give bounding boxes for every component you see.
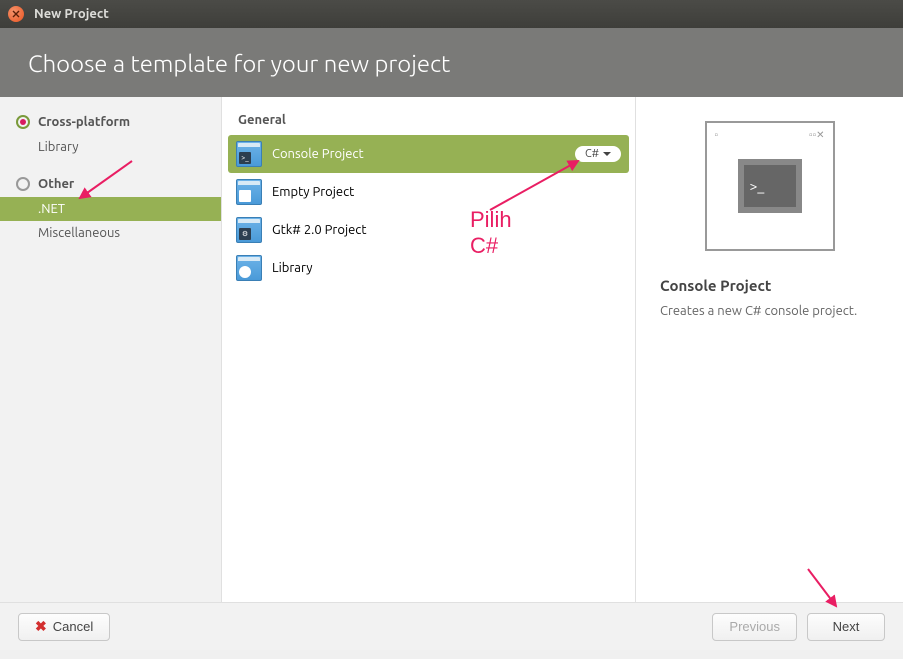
- detail-panel: ▫▫▫✕ >_ Console Project Creates a new C#…: [636, 97, 903, 602]
- template-item-console-project[interactable]: >_ Console Project C#: [228, 135, 629, 173]
- sidebar-item-miscellaneous[interactable]: Miscellaneous: [0, 221, 221, 245]
- close-icon: [12, 10, 20, 18]
- radio-icon: [16, 115, 30, 129]
- template-item-label: Empty Project: [272, 185, 354, 199]
- header-title: Choose a template for your new project: [28, 50, 875, 77]
- project-icon: ⚙: [236, 217, 262, 243]
- sidebar-item-label: Miscellaneous: [38, 226, 120, 240]
- project-icon: [236, 255, 262, 281]
- template-item-label: Console Project: [272, 147, 364, 161]
- dialog-footer: ✖ Cancel Previous Next: [0, 602, 903, 650]
- button-label: Previous: [729, 619, 780, 634]
- project-icon: >_: [236, 141, 262, 167]
- sidebar-item-label: .NET: [38, 202, 65, 216]
- chevron-down-icon: [603, 152, 611, 156]
- category-sidebar: Cross-platform Library Other .NET Miscel…: [0, 97, 222, 602]
- template-item-gtk-project[interactable]: ⚙ Gtk# 2.0 Project: [228, 211, 629, 249]
- template-item-library[interactable]: Library: [228, 249, 629, 287]
- detail-title: Console Project: [660, 277, 879, 294]
- x-icon: ✖: [35, 618, 47, 635]
- window-title: New Project: [34, 7, 109, 21]
- template-item-label: Gtk# 2.0 Project: [272, 223, 366, 237]
- template-list: General >_ Console Project C# Empty Proj…: [222, 97, 636, 602]
- template-group-label: General: [228, 109, 629, 135]
- template-item-label: Library: [272, 261, 312, 275]
- window-close-button[interactable]: [8, 6, 24, 22]
- language-label: C#: [585, 148, 599, 160]
- category-header-other[interactable]: Other: [0, 171, 221, 197]
- category-label: Cross-platform: [38, 115, 130, 129]
- terminal-icon: >_: [738, 159, 802, 213]
- dialog-header: Choose a template for your new project: [0, 28, 903, 97]
- sidebar-item-dotnet[interactable]: .NET: [0, 197, 221, 221]
- next-button[interactable]: Next: [807, 613, 885, 641]
- project-icon: [236, 179, 262, 205]
- detail-window-icon: ▫▫▫✕ >_: [705, 121, 835, 251]
- radio-icon: [16, 177, 30, 191]
- button-label: Cancel: [53, 619, 93, 634]
- window-chrome-icon: ▫▫▫✕: [713, 129, 827, 141]
- sidebar-item-library[interactable]: Library: [0, 135, 221, 159]
- template-item-empty-project[interactable]: Empty Project: [228, 173, 629, 211]
- detail-description: Creates a new C# console project.: [660, 304, 879, 318]
- category-label: Other: [38, 177, 74, 191]
- button-label: Next: [833, 619, 860, 634]
- sidebar-item-label: Library: [38, 140, 78, 154]
- dialog-content: Cross-platform Library Other .NET Miscel…: [0, 97, 903, 602]
- titlebar: New Project: [0, 0, 903, 28]
- language-selector[interactable]: C#: [575, 146, 621, 162]
- previous-button: Previous: [712, 613, 797, 641]
- cancel-button[interactable]: ✖ Cancel: [18, 613, 110, 641]
- category-header-cross-platform[interactable]: Cross-platform: [0, 109, 221, 135]
